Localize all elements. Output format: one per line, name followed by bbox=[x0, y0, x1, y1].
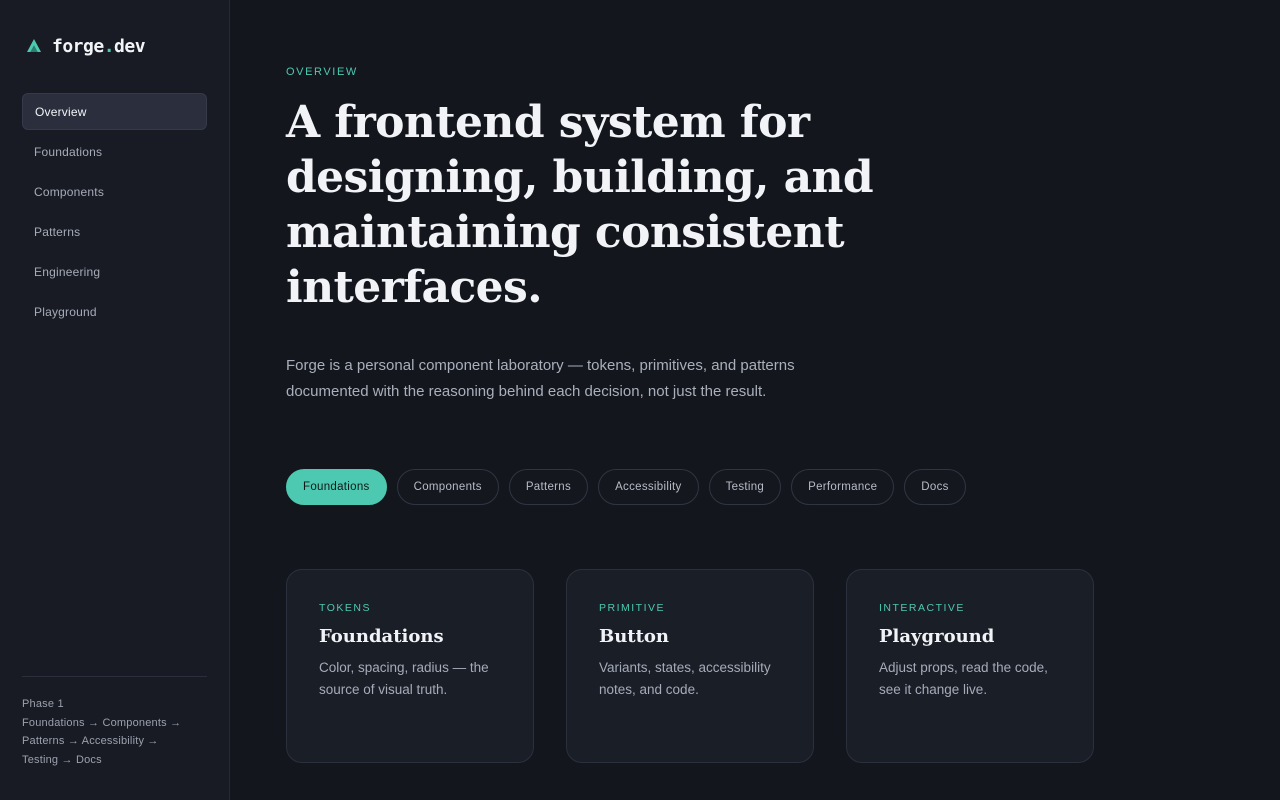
sidebar-nav: Overview Foundations Components Patterns… bbox=[22, 93, 207, 330]
roadmap-footer: Phase 1 Foundations → Components → Patte… bbox=[22, 676, 207, 769]
chip-foundations[interactable]: Foundations bbox=[286, 469, 387, 505]
brand[interactable]: forge.dev bbox=[26, 34, 207, 58]
chip-performance[interactable]: Performance bbox=[791, 469, 895, 505]
topic-filter: Foundations Components Patterns Accessib… bbox=[286, 469, 1280, 505]
card-tag: Primitive bbox=[599, 602, 666, 614]
card-description: Adjust props, read the code, see it chan… bbox=[879, 660, 1048, 697]
card-tag: Tokens bbox=[319, 602, 371, 614]
card-description: Variants, states, accessibility notes, a… bbox=[599, 660, 771, 697]
main-content: Overview A frontend system for designing… bbox=[230, 0, 1280, 800]
card-playground[interactable]: Interactive Playground Adjust props, rea… bbox=[846, 569, 1094, 763]
forge-logo-icon bbox=[26, 38, 42, 54]
brand-name: forge.dev bbox=[52, 35, 146, 57]
card-title: Button bbox=[599, 626, 670, 647]
page-title: A frontend system for designing, buildin… bbox=[286, 97, 874, 313]
chip-components[interactable]: Components bbox=[396, 469, 499, 505]
roadmap-line: Patterns → Accessibility → bbox=[22, 735, 159, 747]
sidebar-item-playground[interactable]: Playground bbox=[22, 293, 207, 330]
section-eyebrow: Overview bbox=[286, 66, 358, 78]
card-foundations[interactable]: Tokens Foundations Color, spacing, radiu… bbox=[286, 569, 534, 763]
card-description: Color, spacing, radius — the source of v… bbox=[319, 660, 489, 697]
sidebar-item-engineering[interactable]: Engineering bbox=[22, 253, 207, 290]
app-shell: forge.dev Overview Foundations Component… bbox=[0, 0, 1280, 800]
card-button[interactable]: Primitive Button Variants, states, acces… bbox=[566, 569, 814, 763]
chip-testing[interactable]: Testing bbox=[708, 469, 782, 505]
sidebar-item-components[interactable]: Components bbox=[22, 173, 207, 210]
roadmap-line: Testing → Docs bbox=[22, 753, 102, 766]
sidebar-item-foundations[interactable]: Foundations bbox=[22, 133, 207, 170]
page-intro: Forge is a personal component laboratory… bbox=[286, 357, 795, 400]
sidebar-item-patterns[interactable]: Patterns bbox=[22, 213, 207, 250]
roadmap-phase: Phase 1 bbox=[22, 698, 64, 710]
sidebar: forge.dev Overview Foundations Component… bbox=[0, 0, 230, 800]
card-tag: Interactive bbox=[879, 602, 965, 614]
chip-patterns[interactable]: Patterns bbox=[508, 469, 589, 505]
feature-cards: Tokens Foundations Color, spacing, radiu… bbox=[286, 569, 1280, 763]
chip-accessibility[interactable]: Accessibility bbox=[598, 469, 699, 505]
chip-docs[interactable]: Docs bbox=[904, 469, 966, 505]
card-title: Playground bbox=[879, 626, 995, 647]
card-title: Foundations bbox=[319, 626, 444, 647]
roadmap-line: Foundations → Components → bbox=[22, 716, 182, 729]
sidebar-item-overview[interactable]: Overview bbox=[22, 93, 207, 130]
